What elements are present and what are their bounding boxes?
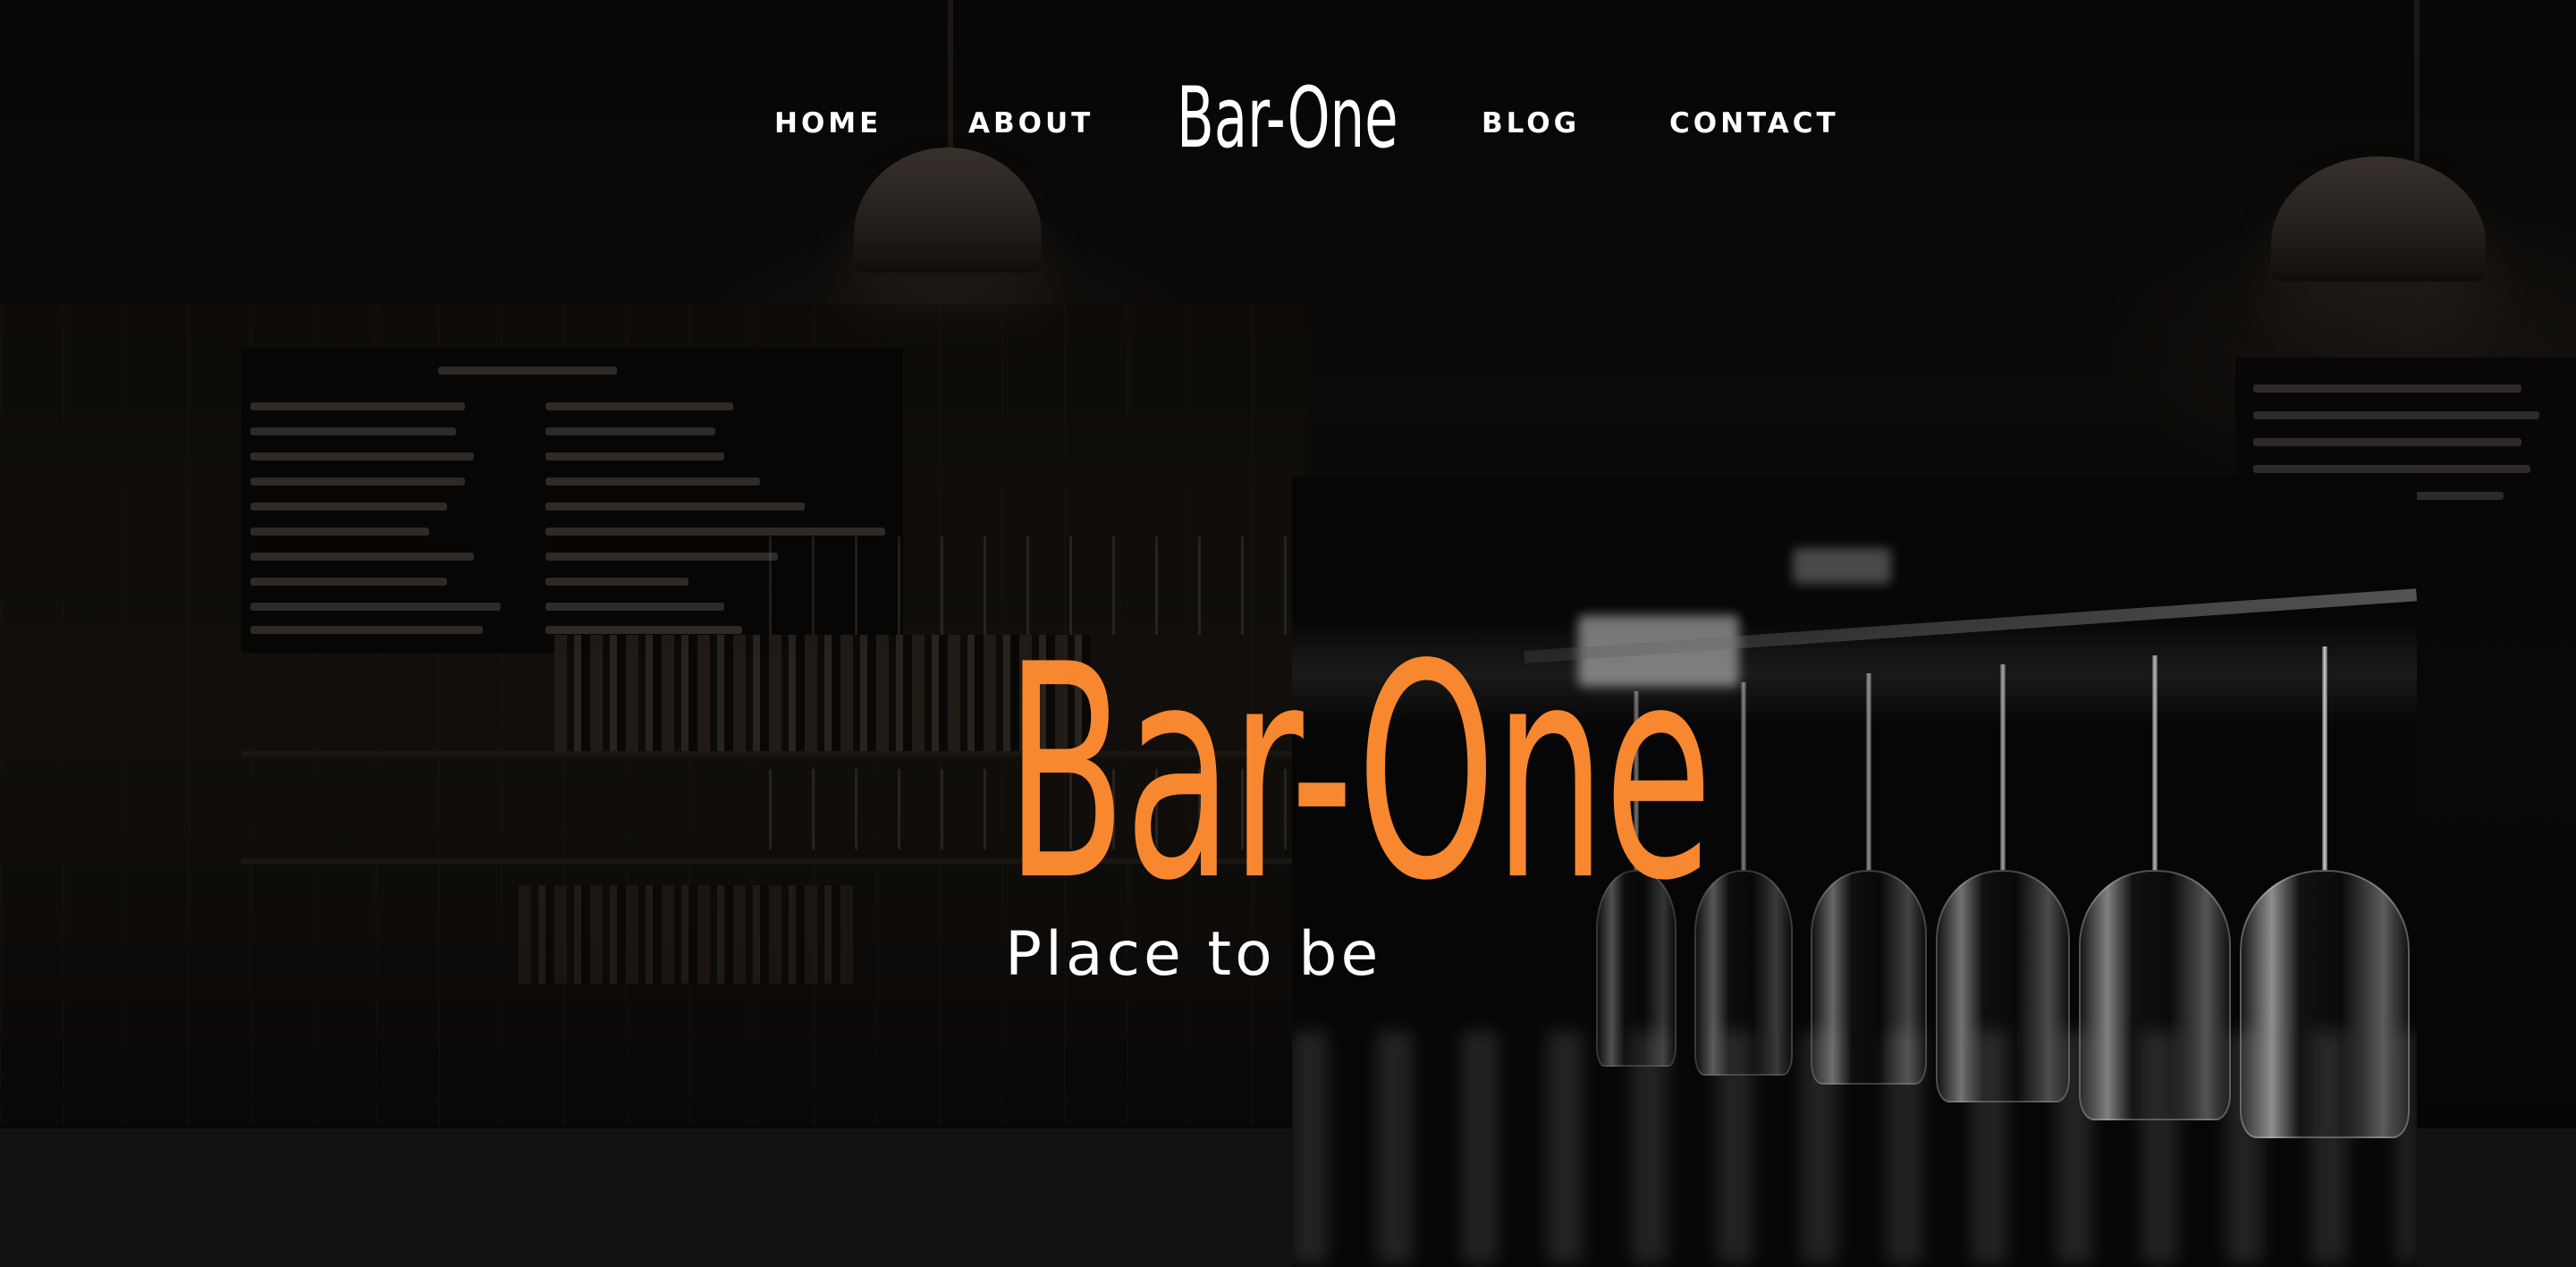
site-logo[interactable]: Bar-One bbox=[1177, 70, 1398, 168]
glass-stem bbox=[2322, 646, 2327, 870]
light-highlight bbox=[1793, 548, 1891, 584]
wine-glass bbox=[1811, 673, 1927, 1085]
glass-stem bbox=[1866, 673, 1871, 870]
blurred-glasses-row bbox=[1292, 1031, 2417, 1263]
nav-contact-link[interactable]: CONTACT bbox=[1669, 106, 1839, 141]
main-nav: HOME ABOUT Bar-One BLOG CONTACT bbox=[0, 0, 2576, 167]
nav-home-link[interactable]: HOME bbox=[774, 106, 882, 141]
hero-title: Bar-One bbox=[1005, 602, 1713, 945]
page: HOME ABOUT Bar-One BLOG CONTACT Bar-One … bbox=[0, 0, 2576, 1267]
hero-tagline: Place to be bbox=[1005, 919, 1382, 990]
glass-stem bbox=[1741, 682, 1746, 870]
glass-stem bbox=[2152, 655, 2158, 870]
nav-blog-link[interactable]: BLOG bbox=[1482, 106, 1580, 141]
glass-stem bbox=[2000, 664, 2006, 870]
nav-about-link[interactable]: ABOUT bbox=[968, 106, 1094, 141]
